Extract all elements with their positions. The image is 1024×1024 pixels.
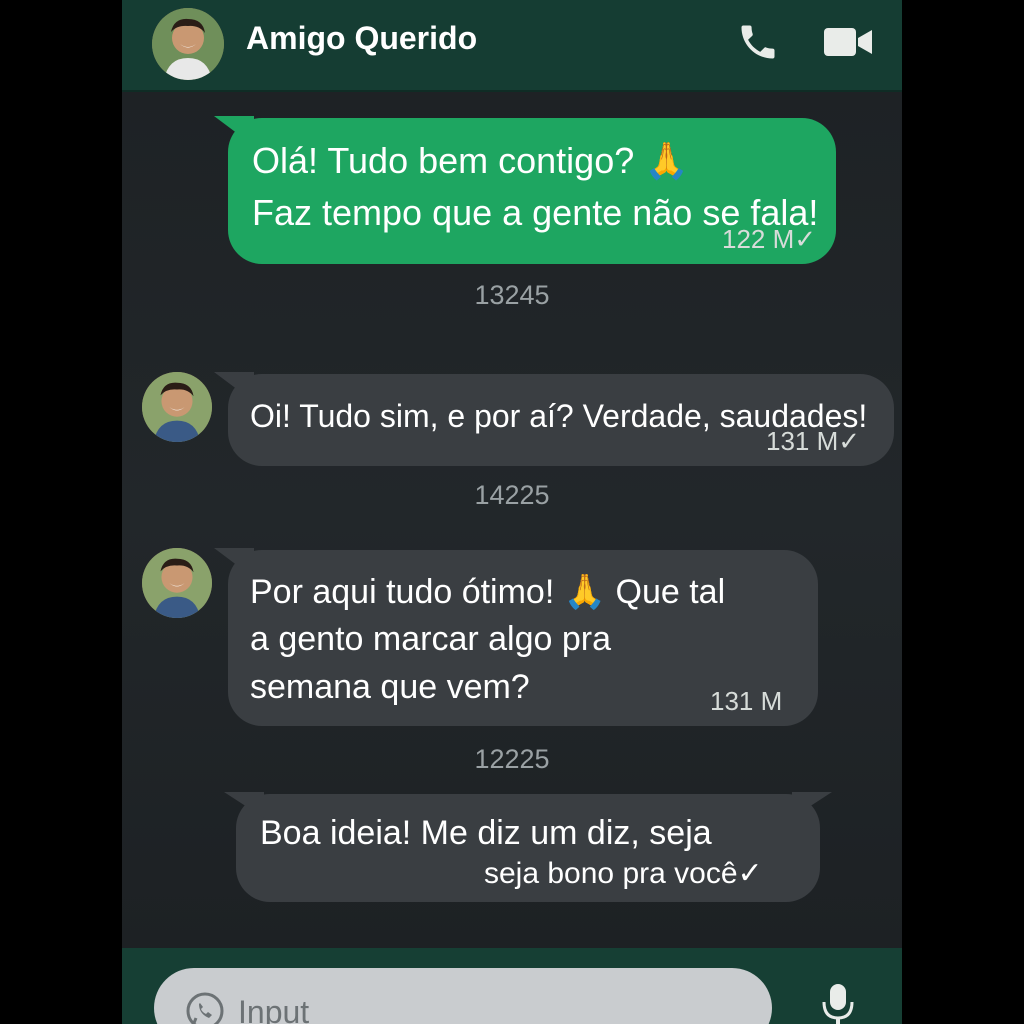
whatsapp-icon (184, 990, 226, 1024)
message-meta: 131 M (710, 686, 783, 716)
message-bubble-incoming[interactable]: Por aqui tudo ótimo! 🙏 Que tal a gento m… (214, 548, 818, 726)
message-text-line: seja bono pra você✓ (484, 857, 763, 890)
date-divider: 12225 (474, 744, 550, 774)
message-input[interactable]: Input (154, 968, 772, 1024)
bubble-tail (214, 372, 254, 402)
video-camera-icon[interactable] (822, 24, 874, 60)
chat-header: Amigo Querido (122, 0, 902, 92)
bubble-tail (224, 792, 264, 818)
bubble-tail (214, 548, 254, 578)
message-text-line: Olá! Tudo bem contigo? 🙏 (252, 140, 690, 181)
bubble-tail (792, 792, 832, 818)
contact-avatar[interactable] (142, 372, 212, 442)
message-bubble-outgoing[interactable]: Boa ideia! Me diz um diz, seja seja bono… (224, 792, 832, 902)
input-placeholder: Input (238, 994, 310, 1024)
message-text-line: Por aqui tudo ótimo! 🙏 Que tal (250, 573, 726, 611)
date-divider: 14225 (474, 480, 550, 510)
contact-avatar[interactable] (142, 548, 212, 618)
contact-name[interactable]: Amigo Querido (246, 20, 477, 57)
message-text-line: semana que vem? (250, 668, 530, 706)
message-bubble-outgoing[interactable]: Olá! Tudo bem contigo? 🙏 Faz tempo que a… (214, 116, 836, 264)
message-meta: 122 M✓ (722, 224, 817, 254)
date-divider: 13245 (474, 280, 550, 310)
microphone-icon[interactable] (820, 982, 856, 1024)
phone-icon[interactable] (736, 20, 780, 64)
chat-window: Amigo Querido Olá! Tudo bem contigo? 🙏 F… (122, 0, 902, 1024)
message-meta: 131 M✓ (766, 426, 861, 456)
contact-avatar[interactable] (152, 8, 224, 80)
message-text-line: a gento marcar algo pra (250, 620, 611, 658)
message-bubble-incoming[interactable]: Oi! Tudo sim, e por aí? Verdade, saudade… (214, 372, 894, 466)
message-text-line: Boa ideia! Me diz um diz, seja (260, 814, 712, 852)
composer-bar: Input (122, 948, 902, 1024)
bubble-tail (214, 116, 254, 146)
